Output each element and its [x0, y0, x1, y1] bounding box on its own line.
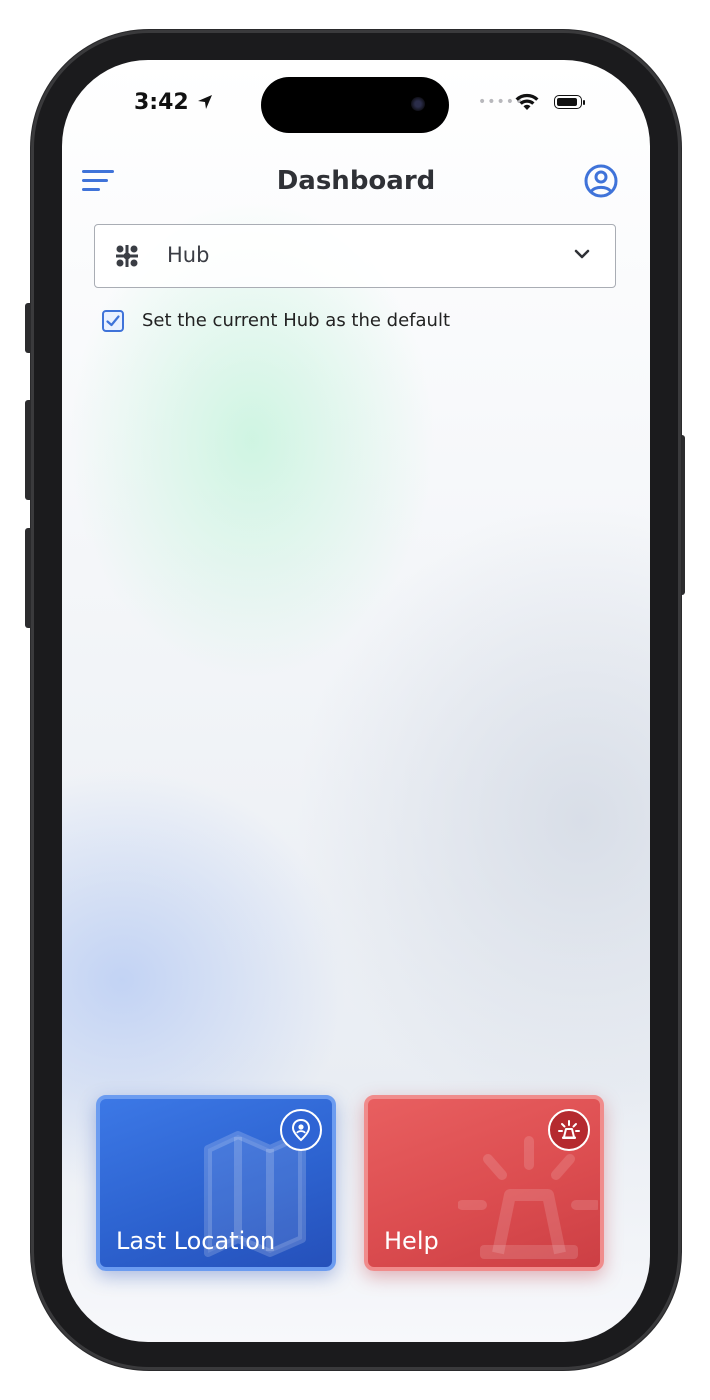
help-label: Help	[384, 1227, 439, 1255]
location-pin-badge	[280, 1109, 322, 1151]
siren-alarm-icon	[558, 1120, 580, 1139]
app-header: Dashboard	[62, 156, 650, 206]
chevron-down-icon	[574, 249, 590, 259]
dynamic-island	[261, 77, 449, 133]
page-title: Dashboard	[276, 166, 436, 196]
hub-select-dropdown[interactable]: Hub	[94, 224, 616, 288]
profile-button[interactable]	[582, 162, 620, 200]
app-screen: 3:42 ••••• Dashboard Hub Set the current…	[62, 60, 650, 1342]
last-location-label: Last Location	[116, 1227, 276, 1255]
location-pin-icon	[291, 1118, 311, 1142]
siren-watermark-icon	[458, 1136, 598, 1259]
hub-network-icon	[116, 245, 138, 267]
battery-icon	[554, 95, 586, 111]
hub-select-value: Hub	[167, 243, 210, 267]
default-hub-checkbox[interactable]	[102, 310, 124, 332]
location-arrow-icon	[198, 95, 212, 109]
last-location-tile[interactable]: Last Location	[96, 1095, 336, 1271]
siren-badge	[548, 1109, 590, 1151]
status-bar: 3:42 •••••	[62, 60, 650, 148]
checkmark-icon	[106, 315, 120, 327]
front-camera	[411, 97, 425, 111]
help-tile[interactable]: Help	[364, 1095, 604, 1271]
wifi-icon	[515, 93, 539, 110]
default-hub-label: Set the current Hub as the default	[142, 310, 451, 331]
user-circle-icon	[584, 164, 618, 198]
status-time: 3:42	[134, 90, 189, 115]
